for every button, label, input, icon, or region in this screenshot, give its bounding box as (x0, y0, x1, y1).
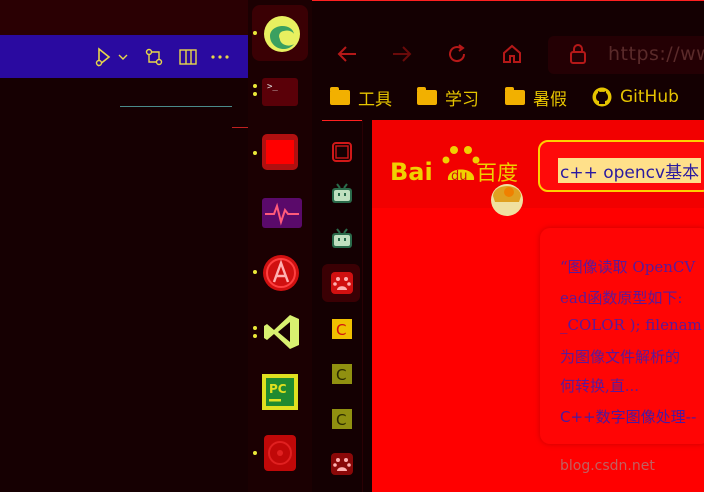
reload-icon[interactable] (444, 41, 470, 67)
bookmark-github[interactable]: GitHub (592, 86, 679, 108)
compare-icon[interactable] (142, 45, 166, 69)
url-text[interactable]: https://ww (608, 43, 704, 65)
result-snippet-line: 何转换,直... (560, 377, 640, 395)
baidu-paw-icon (331, 272, 353, 294)
bookmark-label: 暑假 (533, 89, 567, 110)
svg-text:Bai: Bai (390, 158, 433, 186)
tab-bilibili[interactable] (330, 182, 354, 206)
running-indicator (253, 31, 257, 35)
github-icon (592, 87, 612, 107)
edge-browser-icon[interactable] (262, 14, 300, 52)
result-snippet-line: “图像读取 OpenCV (560, 258, 696, 276)
result-snippet-line: 为图像文件解析的 (560, 348, 681, 366)
svg-text:PC: PC (269, 382, 287, 396)
doodle-icon[interactable] (489, 178, 525, 218)
search-query-text[interactable]: c++ opencv基本 (558, 158, 702, 183)
editor-divider (232, 127, 248, 128)
folder-icon (417, 86, 437, 105)
running-indicator (253, 84, 257, 88)
vscode-icon[interactable] (262, 312, 299, 349)
result-snippet-line: ead函数原型如下: (560, 289, 683, 307)
running-indicator (253, 451, 257, 455)
bookmark-folder-tools[interactable]: 工具 (330, 86, 392, 110)
tab-csdn[interactable]: C (330, 362, 354, 386)
run-debug-icon[interactable] (94, 45, 118, 69)
tab-new-page[interactable] (330, 140, 354, 164)
tab-csdn[interactable]: C (330, 317, 354, 341)
tab-separator (362, 120, 363, 492)
tab-separator (322, 120, 362, 121)
bilibili-icon (332, 183, 352, 203)
system-monitor-icon[interactable] (262, 196, 302, 232)
vertical-tabs (322, 120, 362, 492)
baidu-paw-icon (331, 453, 353, 475)
bookmark-label: GitHub (620, 87, 679, 107)
bilibili-icon (332, 228, 352, 248)
bookmark-folder-summer[interactable]: 暑假 (505, 86, 567, 110)
lock-icon[interactable] (568, 43, 588, 65)
browser-top-border (312, 0, 704, 1)
editor-divider (120, 106, 232, 107)
running-indicator (253, 334, 257, 338)
running-indicator (253, 270, 257, 274)
tab-bilibili[interactable] (330, 227, 354, 251)
home-icon[interactable] (499, 41, 525, 67)
page-icon (332, 142, 352, 162)
svg-text:C: C (336, 411, 346, 429)
running-indicator (253, 92, 257, 96)
csdn-icon: C (332, 319, 352, 339)
dock (248, 0, 312, 492)
bookmark-label: 学习 (445, 89, 479, 110)
bookmark-folder-study[interactable]: 学习 (417, 86, 479, 110)
split-editor-icon[interactable] (176, 45, 200, 69)
app-icon-disc[interactable] (262, 435, 298, 471)
folder-icon (330, 86, 350, 105)
folder-icon (505, 86, 525, 105)
svg-text:C: C (336, 366, 346, 384)
svg-text:C: C (336, 321, 346, 339)
running-indicator (253, 151, 257, 155)
chevron-down-icon[interactable] (116, 45, 130, 69)
tab-baidu[interactable] (330, 452, 354, 476)
svg-text:>_: >_ (267, 82, 278, 92)
bookmark-label: 工具 (358, 89, 392, 110)
csdn-icon: C (332, 364, 352, 384)
svg-text:du: du (451, 169, 468, 184)
running-indicator (253, 326, 257, 330)
result-source[interactable]: blog.csdn.net (560, 458, 655, 474)
app-store-icon[interactable] (262, 254, 299, 291)
tab-baidu-active[interactable] (330, 271, 354, 295)
terminal-icon[interactable]: >_ (262, 76, 298, 112)
forward-icon[interactable] (389, 41, 415, 67)
editor-tab-bar (0, 0, 248, 35)
result-snippet-line: _COLOR ); filenam (560, 316, 702, 334)
pycharm-icon[interactable]: PC (262, 374, 298, 410)
app-icon-red[interactable] (262, 134, 298, 170)
more-icon[interactable] (208, 45, 232, 69)
back-icon[interactable] (334, 41, 360, 67)
tab-csdn[interactable]: C (330, 407, 354, 431)
csdn-icon: C (332, 409, 352, 429)
result-title-link[interactable]: C++数字图像处理-- (560, 406, 696, 427)
editor-toolbar (0, 35, 248, 78)
